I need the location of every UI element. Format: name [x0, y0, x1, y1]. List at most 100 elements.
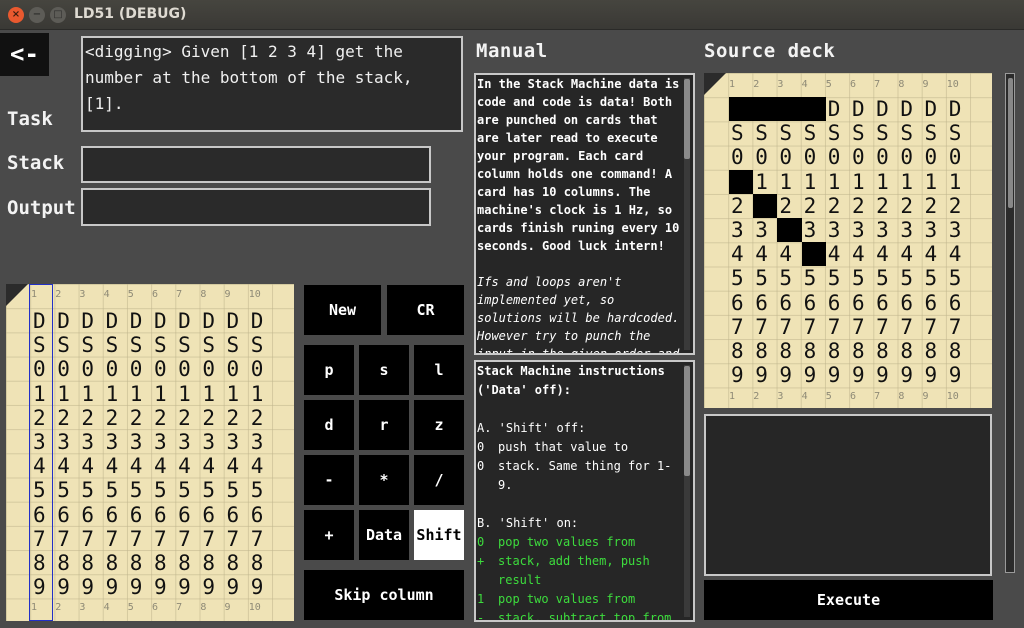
card-cell[interactable]: 8: [176, 551, 200, 575]
card-cell[interactable]: 9: [249, 575, 273, 599]
card-cell[interactable]: 8: [777, 339, 801, 363]
card-cell[interactable]: 9: [850, 363, 874, 387]
card-cell[interactable]: S: [729, 121, 753, 145]
card-cell[interactable]: 4: [850, 242, 874, 266]
card-cell[interactable]: D: [826, 97, 850, 121]
card-cell[interactable]: 1: [753, 170, 777, 194]
card-cell[interactable]: 6: [753, 291, 777, 315]
card-cell[interactable]: 2: [79, 406, 103, 430]
card-cell[interactable]: 9: [79, 575, 103, 599]
card-cell[interactable]: 2: [777, 194, 801, 218]
card-cell[interactable]: 5: [802, 266, 826, 290]
card-cell[interactable]: 1: [826, 170, 850, 194]
card-cell[interactable]: 2: [802, 194, 826, 218]
card-cell[interactable]: 1: [249, 382, 273, 406]
card-cell[interactable]: 2: [55, 406, 79, 430]
source-deck-scroll-thumb[interactable]: [1008, 78, 1013, 208]
card-cell[interactable]: 1: [176, 382, 200, 406]
card-cell[interactable]: 0: [947, 145, 971, 169]
card-cell[interactable]: 0: [55, 357, 79, 381]
card-cell[interactable]: 0: [777, 145, 801, 169]
card-cell[interactable]: D: [923, 97, 947, 121]
punched-hole[interactable]: 1: [729, 169, 754, 194]
card-cell[interactable]: 0: [200, 357, 224, 381]
card-cell[interactable]: 1: [874, 170, 898, 194]
card-cell[interactable]: 3: [947, 218, 971, 242]
key-s[interactable]: s: [359, 345, 409, 395]
card-cell[interactable]: 6: [923, 291, 947, 315]
key-plus[interactable]: +: [304, 510, 354, 560]
card-cell[interactable]: D: [249, 309, 273, 333]
card-cell[interactable]: 3: [200, 430, 224, 454]
card-cell[interactable]: 5: [947, 266, 971, 290]
card-cell[interactable]: S: [947, 121, 971, 145]
card-cell[interactable]: 7: [777, 315, 801, 339]
card-cell[interactable]: 9: [152, 575, 176, 599]
card-cell[interactable]: 3: [874, 218, 898, 242]
card-cell[interactable]: 0: [104, 357, 128, 381]
card-cell[interactable]: 7: [923, 315, 947, 339]
card-cell[interactable]: 1: [923, 170, 947, 194]
card-cell[interactable]: S: [850, 121, 874, 145]
card-cell[interactable]: 1: [802, 170, 826, 194]
card-cell[interactable]: 7: [249, 527, 273, 551]
card-cell[interactable]: S: [753, 121, 777, 145]
card-cell[interactable]: 7: [850, 315, 874, 339]
card-cell[interactable]: 5: [176, 478, 200, 502]
card-cell[interactable]: 6: [802, 291, 826, 315]
card-cell[interactable]: 8: [200, 551, 224, 575]
card-cell[interactable]: 1: [79, 382, 103, 406]
card-cell[interactable]: 9: [128, 575, 152, 599]
card-cell[interactable]: 0: [729, 145, 753, 169]
card-cell[interactable]: 3: [176, 430, 200, 454]
card-cell[interactable]: 7: [104, 527, 128, 551]
card-cell[interactable]: 2: [826, 194, 850, 218]
card-cell[interactable]: 8: [128, 551, 152, 575]
card-cell[interactable]: 1: [104, 382, 128, 406]
card-cell[interactable]: D: [200, 309, 224, 333]
card-cell[interactable]: 0: [176, 357, 200, 381]
card-cell[interactable]: 3: [249, 430, 273, 454]
card-cell[interactable]: 9: [826, 363, 850, 387]
card-cell[interactable]: 3: [55, 430, 79, 454]
card-cell[interactable]: 4: [898, 242, 922, 266]
card-cell[interactable]: 1: [947, 170, 971, 194]
card-cell[interactable]: 3: [898, 218, 922, 242]
card-cell[interactable]: 4: [200, 454, 224, 478]
card-cell[interactable]: 8: [947, 339, 971, 363]
key-d[interactable]: d: [304, 400, 354, 450]
card-cell[interactable]: 9: [802, 363, 826, 387]
card-cell[interactable]: 7: [225, 527, 249, 551]
card-cell[interactable]: S: [923, 121, 947, 145]
card-cell[interactable]: 3: [79, 430, 103, 454]
card-cell[interactable]: 7: [753, 315, 777, 339]
card-cell[interactable]: 9: [176, 575, 200, 599]
card-cell[interactable]: 5: [850, 266, 874, 290]
card-cell[interactable]: 8: [729, 339, 753, 363]
manual-intro-panel[interactable]: In the Stack Machine data is code and co…: [474, 73, 695, 355]
card-cell[interactable]: 8: [55, 551, 79, 575]
card-cell[interactable]: 9: [923, 363, 947, 387]
card-cell[interactable]: 1: [898, 170, 922, 194]
card-cell[interactable]: 9: [753, 363, 777, 387]
instructions-panel[interactable]: Stack Machine instructions ('Data' off):…: [474, 360, 695, 622]
card-cell[interactable]: 5: [152, 478, 176, 502]
card-cell[interactable]: 5: [826, 266, 850, 290]
card-cell[interactable]: 0: [898, 145, 922, 169]
card-cell[interactable]: 7: [802, 315, 826, 339]
card-cell[interactable]: 2: [128, 406, 152, 430]
card-cell[interactable]: 3: [923, 218, 947, 242]
punched-hole[interactable]: 2: [753, 193, 778, 218]
card-cell[interactable]: 2: [176, 406, 200, 430]
card-cell[interactable]: 8: [104, 551, 128, 575]
card-cell[interactable]: D: [850, 97, 874, 121]
card-cell[interactable]: 5: [225, 478, 249, 502]
card-cell[interactable]: 3: [128, 430, 152, 454]
card-cell[interactable]: 0: [225, 357, 249, 381]
card-cell[interactable]: S: [55, 333, 79, 357]
card-cell[interactable]: S: [176, 333, 200, 357]
card-cell[interactable]: D: [898, 97, 922, 121]
card-cell[interactable]: S: [128, 333, 152, 357]
card-cell[interactable]: 6: [200, 503, 224, 527]
card-cell[interactable]: 1: [152, 382, 176, 406]
